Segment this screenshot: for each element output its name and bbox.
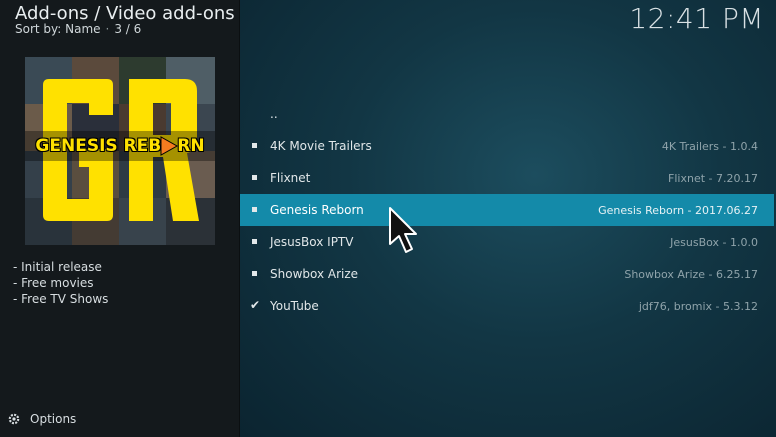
addon-version: JesusBox - 1.0.0 — [670, 235, 758, 249]
list-item-youtube[interactable]: ✔ YouTube jdf76, bromix - 5.3.12 — [240, 290, 774, 322]
list-item-4k-movie-trailers[interactable]: 4K Movie Trailers 4K Trailers - 1.0.4 — [240, 130, 774, 162]
list-item-genesis-reborn[interactable]: Genesis Reborn Genesis Reborn - 2017.06.… — [240, 194, 774, 226]
addon-version: Showbox Arize - 6.25.17 — [624, 267, 758, 281]
addon-name: Genesis Reborn — [270, 203, 364, 217]
gear-icon — [8, 413, 20, 425]
list-item-showbox-arize[interactable]: Showbox Arize Showbox Arize - 6.25.17 — [240, 258, 774, 290]
addon-info-panel: Add-ons / Video add-ons Sort by: Name · 3 … — [0, 0, 240, 437]
checkmark-icon: ✔ — [250, 298, 261, 312]
addon-description: - Initial release - Free movies - Free T… — [13, 259, 108, 307]
bullet-icon — [252, 271, 257, 276]
addon-name: Flixnet — [270, 171, 311, 185]
addon-version: Genesis Reborn - 2017.06.27 — [598, 203, 758, 217]
bullet-icon — [252, 239, 257, 244]
parent-folder-label: .. — [270, 107, 278, 121]
clock: 12:41 PM — [629, 2, 764, 35]
addon-name: 4K Movie Trailers — [270, 139, 372, 153]
description-line: - Free TV Shows — [13, 292, 109, 306]
sort-info: Sort by: Name · 3 / 6 — [15, 22, 141, 36]
sort-separator: · — [105, 22, 110, 36]
addon-name: JesusBox IPTV — [270, 235, 354, 249]
addon-version: Flixnet - 7.20.17 — [668, 171, 758, 185]
bullet-icon — [252, 143, 257, 148]
options-button[interactable]: Options — [8, 412, 76, 426]
addon-artwork: GENESIS REB RN — [25, 57, 215, 245]
addon-version: 4K Trailers - 1.0.4 — [661, 139, 758, 153]
bullet-icon — [252, 175, 257, 180]
description-line: - Initial release — [13, 260, 102, 274]
addon-version: jdf76, bromix - 5.3.12 — [638, 299, 758, 313]
page-title: Add-ons / Video add-ons — [15, 3, 235, 24]
logo-wordmark-end: RN — [177, 136, 205, 156]
logo-wordmark: GENESIS REB RN — [25, 131, 215, 161]
bullet-icon — [252, 207, 257, 212]
addon-list-panel: 12:41 PM .. 4K Movie Trailers 4K Trailer… — [240, 0, 776, 437]
options-label: Options — [30, 412, 77, 426]
kodi-window: Add-ons / Video add-ons Sort by: Name · 3 … — [0, 0, 776, 437]
description-line: - Free movies — [13, 276, 94, 290]
list-position: 3 / 6 — [114, 22, 142, 36]
list-item-jesusbox-iptv[interactable]: JesusBox IPTV JesusBox - 1.0.0 — [240, 226, 774, 258]
list-item-parent[interactable]: .. — [240, 98, 774, 130]
sort-label: Sort by: Name — [15, 22, 101, 36]
logo-wordmark-start: GENESIS REB — [35, 136, 162, 156]
mouse-pointer-icon — [389, 207, 417, 253]
addon-list: .. 4K Movie Trailers 4K Trailers - 1.0.4… — [240, 98, 774, 322]
addon-name: Showbox Arize — [270, 267, 359, 281]
list-item-flixnet[interactable]: Flixnet Flixnet - 7.20.17 — [240, 162, 774, 194]
addon-name: YouTube — [270, 299, 319, 313]
